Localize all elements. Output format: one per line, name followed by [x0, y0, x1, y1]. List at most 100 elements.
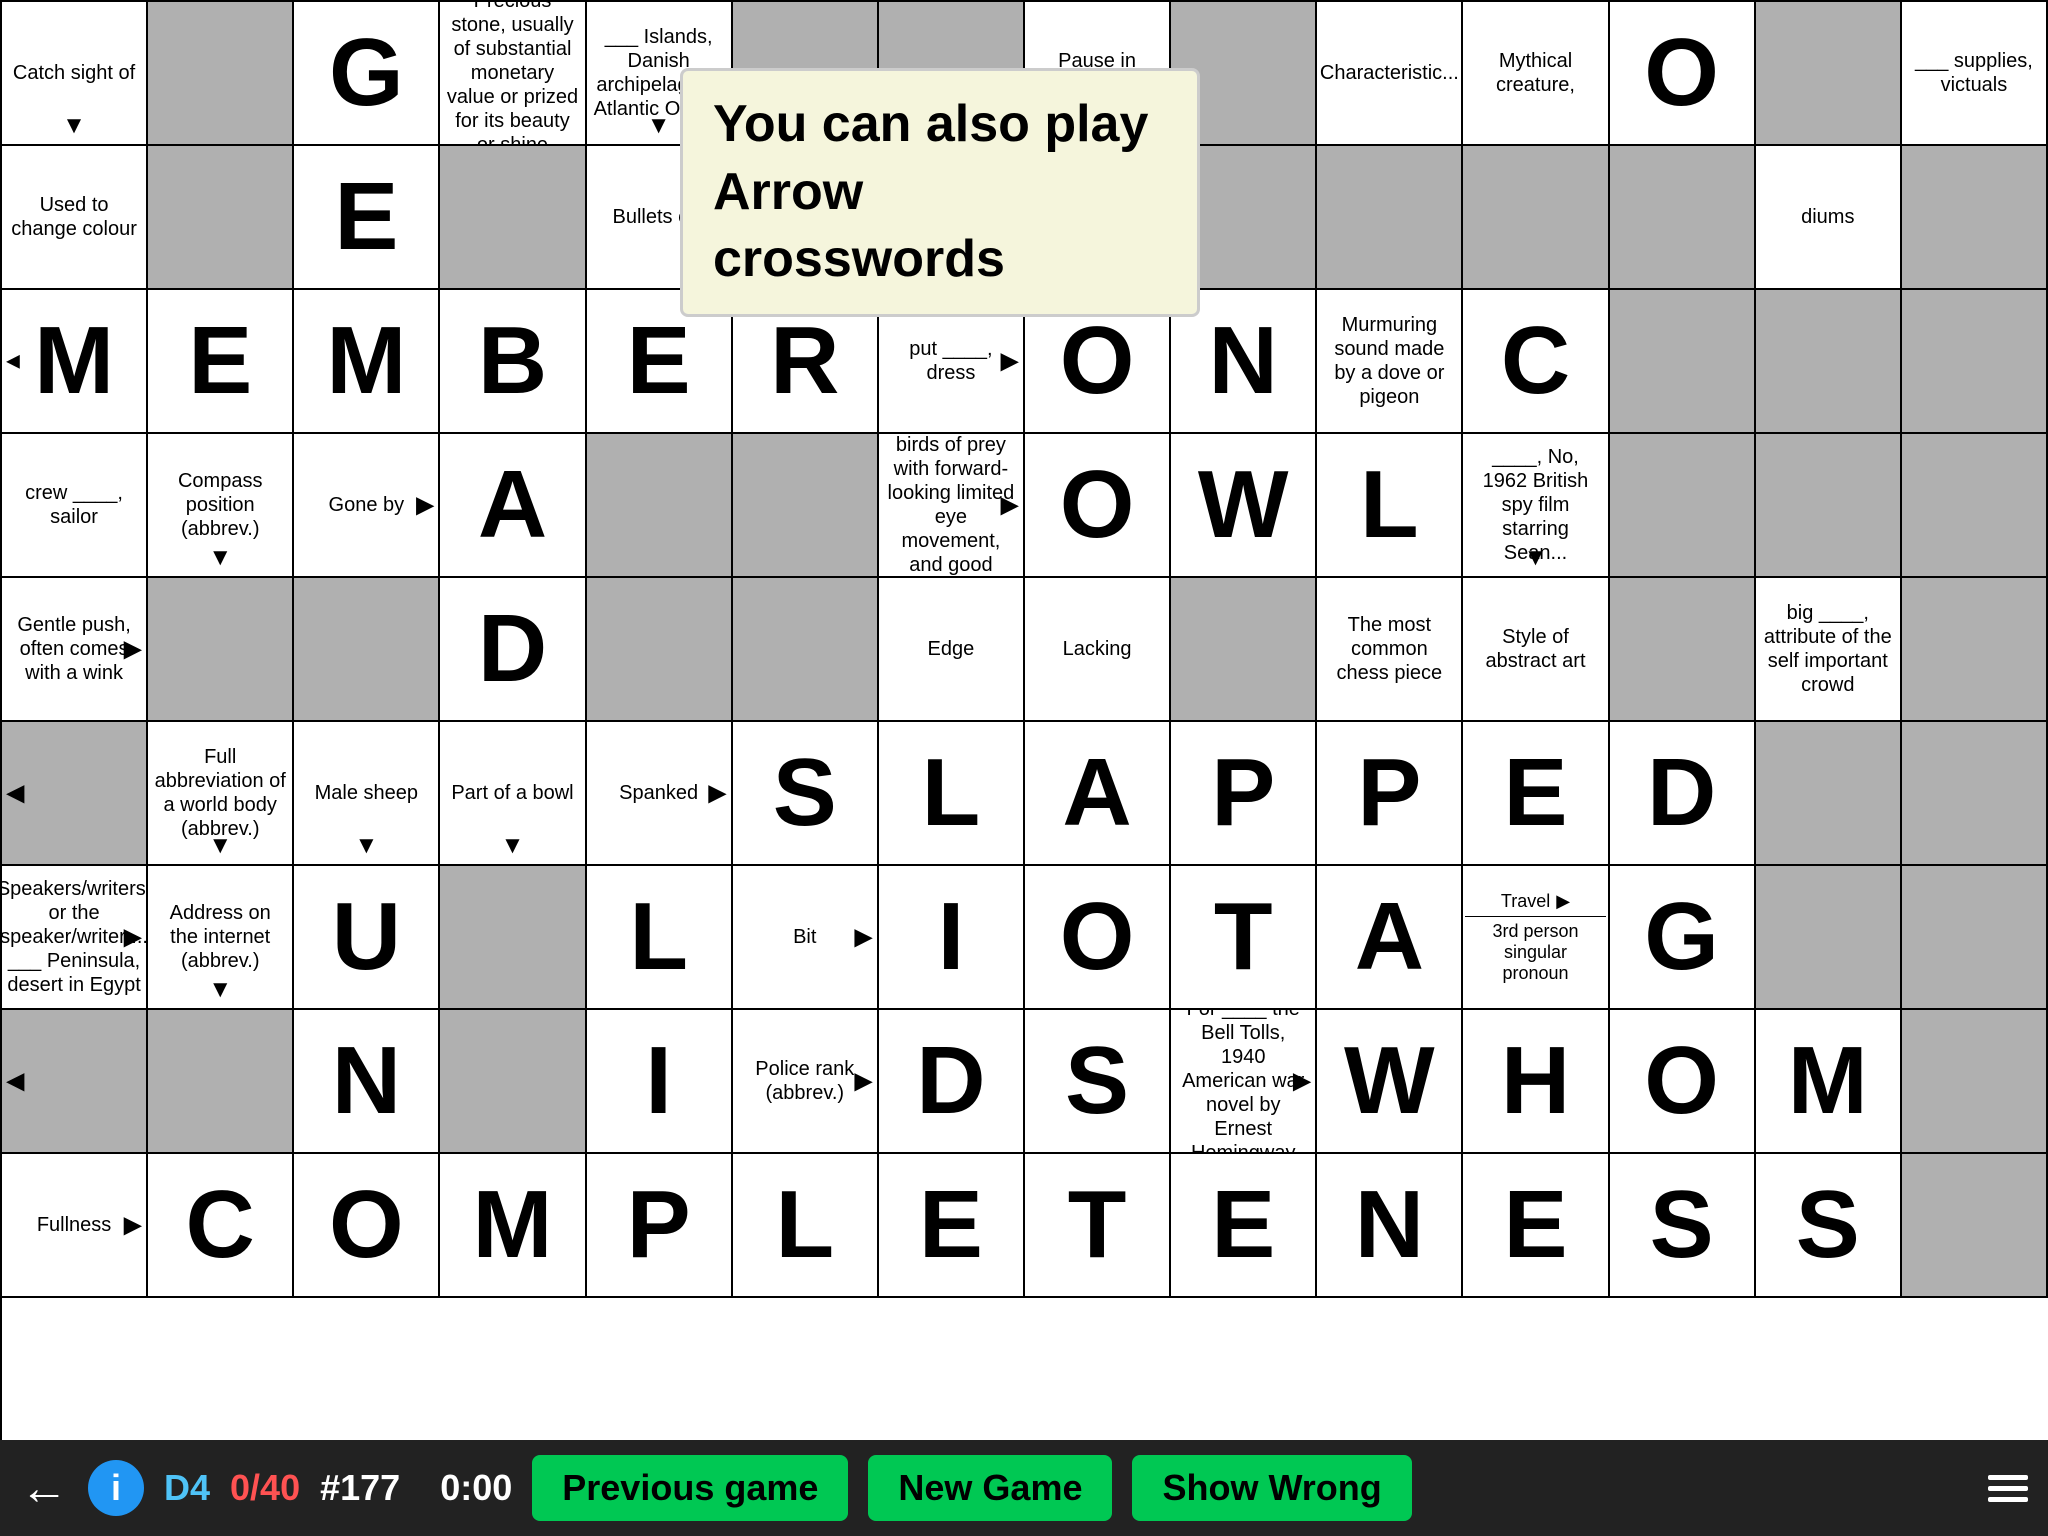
- cell-r6-c1: Address on the internet (abbrev.) ▼: [148, 866, 294, 1010]
- cell-r5-c3: Part of a bowl ▼: [440, 722, 586, 866]
- cell-r2-c9: Murmuring sound made by a dove or pigeon: [1317, 290, 1463, 434]
- cell-r3-c0: crew ____, sailor: [2, 434, 148, 578]
- menu-line-3: [1988, 1497, 2028, 1502]
- cell-r8-c2[interactable]: O: [294, 1154, 440, 1298]
- cell-r6-c13: [1902, 866, 2048, 1010]
- cell-r2-c1[interactable]: E: [148, 290, 294, 434]
- cell-r8-c8[interactable]: E: [1171, 1154, 1317, 1298]
- cell-r1-c12: diums: [1756, 146, 1902, 290]
- cell-r8-c10[interactable]: E: [1463, 1154, 1609, 1298]
- cell-r3-c3[interactable]: A: [440, 434, 586, 578]
- cell-r1-c11: [1610, 146, 1756, 290]
- cell-r3-c8[interactable]: W: [1171, 434, 1317, 578]
- menu-line-1: [1988, 1475, 2028, 1480]
- cell-r7-c13: [1902, 1010, 2048, 1154]
- cell-r8-c11[interactable]: S: [1610, 1154, 1756, 1298]
- cell-r3-c6: Nocturnal birds of prey with forward-loo…: [879, 434, 1025, 578]
- cell-r5-c9[interactable]: P: [1317, 722, 1463, 866]
- cell-r6-c7[interactable]: O: [1025, 866, 1171, 1010]
- cell-r6-c4[interactable]: L: [587, 866, 733, 1010]
- cell-r7-c4[interactable]: I: [587, 1010, 733, 1154]
- cell-r8-c0: Fullness ▶: [2, 1154, 148, 1298]
- cell-r0-c3: Precious stone, usually of substantial m…: [440, 2, 586, 146]
- cell-r8-c4[interactable]: P: [587, 1154, 733, 1298]
- timer-label: 0:00: [440, 1467, 512, 1509]
- cell-r0-c11[interactable]: O: [1610, 2, 1756, 146]
- cell-r7-c6[interactable]: D: [879, 1010, 1025, 1154]
- cell-r0-c12: [1756, 2, 1902, 146]
- cell-r0-c9: Characteristic...: [1317, 2, 1463, 146]
- cell-r3-c10: ____, No, 1962 British spy film starring…: [1463, 434, 1609, 578]
- cell-r3-c9[interactable]: L: [1317, 434, 1463, 578]
- cell-r6-c11[interactable]: G: [1610, 866, 1756, 1010]
- cell-r6-c0: Speakers/writers, or the speaker/writer …: [2, 866, 148, 1010]
- info-button[interactable]: i: [88, 1460, 144, 1516]
- cell-r4-c5: [733, 578, 879, 722]
- cell-r7-c2[interactable]: N: [294, 1010, 440, 1154]
- cell-r4-c4: [587, 578, 733, 722]
- toolbar: ← i D4 0/40 #177 0:00 Previous game New …: [0, 1440, 2048, 1536]
- cell-r6-c3: [440, 866, 586, 1010]
- cell-r7-c7[interactable]: S: [1025, 1010, 1171, 1154]
- cell-r2-c0[interactable]: M ◀: [2, 290, 148, 434]
- cell-r7-c11[interactable]: O: [1610, 1010, 1756, 1154]
- previous-game-button[interactable]: Previous game: [532, 1455, 848, 1521]
- cell-r8-c7[interactable]: T: [1025, 1154, 1171, 1298]
- cell-r3-c13: [1902, 434, 2048, 578]
- cell-r2-c2[interactable]: M: [294, 290, 440, 434]
- cell-r5-c1: Full abbreviation of a world body (abbre…: [148, 722, 294, 866]
- cell-r7-c12[interactable]: M: [1756, 1010, 1902, 1154]
- cell-r6-c8[interactable]: T: [1171, 866, 1317, 1010]
- cell-r3-c11: [1610, 434, 1756, 578]
- cell-r2-c10[interactable]: C: [1463, 290, 1609, 434]
- cell-r8-c9[interactable]: N: [1317, 1154, 1463, 1298]
- cell-r2-c3[interactable]: B: [440, 290, 586, 434]
- cell-r8-c12[interactable]: S: [1756, 1154, 1902, 1298]
- cell-r5-c13: [1902, 722, 2048, 866]
- cell-r0-c2[interactable]: G: [294, 2, 440, 146]
- cell-r7-c10[interactable]: H: [1463, 1010, 1609, 1154]
- cell-r4-c6: Edge: [879, 578, 1025, 722]
- difficulty-label: D4: [164, 1467, 210, 1509]
- cell-r0-c13: ___ supplies, victuals: [1902, 2, 2048, 146]
- new-game-button[interactable]: New Game: [868, 1455, 1112, 1521]
- cell-r8-c6[interactable]: E: [879, 1154, 1025, 1298]
- cell-r6-c9[interactable]: A: [1317, 866, 1463, 1010]
- cell-r3-c7[interactable]: O: [1025, 434, 1171, 578]
- cell-r1-c13: [1902, 146, 2048, 290]
- cell-r7-c0: ◀: [2, 1010, 148, 1154]
- cell-r1-c3: [440, 146, 586, 290]
- back-button[interactable]: ←: [20, 1461, 68, 1516]
- cell-r0-c10: Mythical creature,: [1463, 2, 1609, 146]
- cell-r0-c0: Catch sight of ▼: [2, 2, 148, 146]
- cell-r3-c12: [1756, 434, 1902, 578]
- cell-r0-c1: [148, 2, 294, 146]
- cell-r1-c2[interactable]: E: [294, 146, 440, 290]
- cell-r6-c2[interactable]: U: [294, 866, 440, 1010]
- cell-r5-c8[interactable]: P: [1171, 722, 1317, 866]
- cell-r1-c9: [1317, 146, 1463, 290]
- cell-r8-c5[interactable]: L: [733, 1154, 879, 1298]
- cell-r7-c8: For ____ the Bell Tolls, 1940 American w…: [1171, 1010, 1317, 1154]
- score-label: 0/40: [230, 1467, 300, 1509]
- cell-r4-c3[interactable]: D: [440, 578, 586, 722]
- tooltip-text: You can also play Arrow crosswords: [713, 95, 1148, 288]
- show-wrong-button[interactable]: Show Wrong: [1132, 1455, 1411, 1521]
- cell-r8-c1[interactable]: C: [148, 1154, 294, 1298]
- cell-r4-c2: [294, 578, 440, 722]
- cell-r5-c12: [1756, 722, 1902, 866]
- cell-r5-c6[interactable]: L: [879, 722, 1025, 866]
- cell-r1-c1: [148, 146, 294, 290]
- cell-r5-c5[interactable]: S: [733, 722, 879, 866]
- menu-button[interactable]: [1988, 1475, 2028, 1502]
- cell-r7-c5: Police rank (abbrev.) ▶: [733, 1010, 879, 1154]
- cell-r6-c10: Travel ▶ 3rd person singular pronoun: [1463, 866, 1609, 1010]
- cell-r5-c7[interactable]: A: [1025, 722, 1171, 866]
- cell-r4-c8: [1171, 578, 1317, 722]
- cell-r6-c6[interactable]: I: [879, 866, 1025, 1010]
- cell-r5-c11[interactable]: D: [1610, 722, 1756, 866]
- cell-r6-c12: [1756, 866, 1902, 1010]
- cell-r5-c10[interactable]: E: [1463, 722, 1609, 866]
- cell-r8-c3[interactable]: M: [440, 1154, 586, 1298]
- cell-r7-c9[interactable]: W: [1317, 1010, 1463, 1154]
